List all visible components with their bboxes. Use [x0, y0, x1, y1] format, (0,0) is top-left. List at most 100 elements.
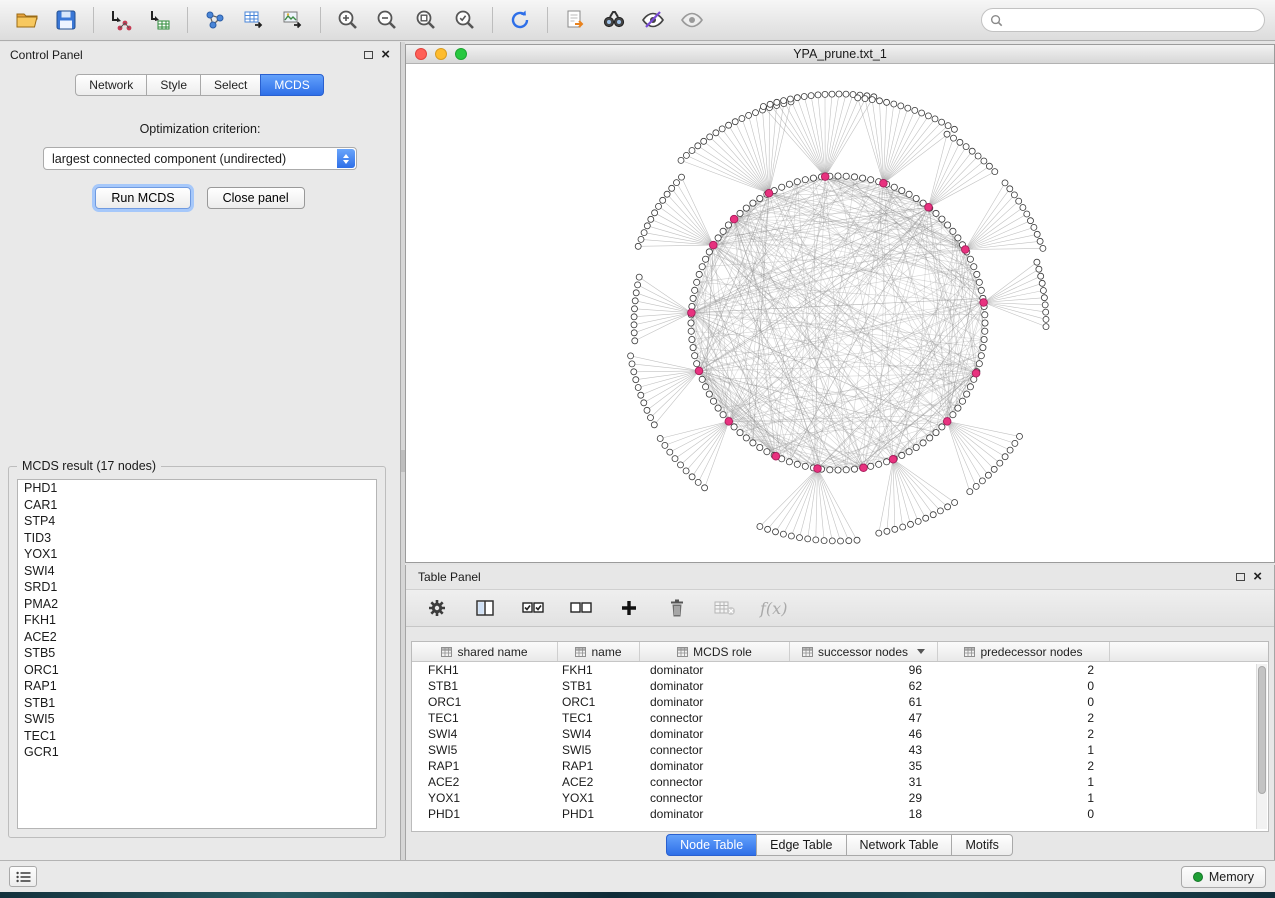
float-panel-icon[interactable] [1236, 573, 1245, 581]
table-scrollbar[interactable] [1256, 664, 1267, 829]
column-header-predecessor-nodes[interactable]: predecessor nodes [938, 642, 1110, 661]
table-row[interactable]: YOX1YOX1connector291 [412, 790, 1268, 806]
table-cell: TEC1 [558, 711, 640, 725]
tab-network-table[interactable]: Network Table [846, 834, 953, 856]
status-menu-button[interactable] [9, 866, 37, 887]
table-row[interactable]: PHD1PHD1dominator180 [412, 806, 1268, 822]
network-titlebar[interactable]: YPA_prune.txt_1 [406, 45, 1274, 64]
mcds-result-title: MCDS result (17 nodes) [17, 459, 161, 473]
trash-icon [667, 598, 687, 618]
search-input[interactable] [1008, 13, 1256, 27]
tab-node-table[interactable]: Node Table [666, 834, 757, 856]
result-item[interactable]: RAP1 [18, 678, 376, 695]
window-minimize-icon[interactable] [435, 48, 447, 60]
zoom-out-button[interactable] [370, 4, 404, 36]
tab-mcds[interactable]: MCDS [260, 74, 323, 96]
deselect-all-button[interactable] [568, 595, 594, 621]
column-header-MCDS-role[interactable]: MCDS role [640, 642, 790, 661]
memory-button[interactable]: Memory [1181, 866, 1266, 888]
table-cell: TEC1 [412, 711, 558, 725]
status-bar: Memory [0, 860, 1275, 892]
table-cell: RAP1 [558, 759, 640, 773]
result-item[interactable]: SWI5 [18, 711, 376, 728]
hide-selected-button[interactable] [636, 4, 670, 36]
zoom-fit-button[interactable] [409, 4, 443, 36]
table-row[interactable]: ACE2ACE2connector311 [412, 774, 1268, 790]
select-all-icon [522, 599, 544, 617]
table-cell: ORC1 [558, 695, 640, 709]
tab-style[interactable]: Style [146, 74, 201, 96]
result-item[interactable]: PMA2 [18, 596, 376, 613]
table-cell: STB1 [558, 679, 640, 693]
share-document-button[interactable] [558, 4, 592, 36]
result-item[interactable]: ORC1 [18, 662, 376, 679]
table-row[interactable]: ORC1ORC1dominator610 [412, 694, 1268, 710]
result-item[interactable]: PHD1 [18, 480, 376, 497]
result-item[interactable]: GCR1 [18, 744, 376, 761]
network-canvas[interactable] [406, 65, 1274, 562]
table-row[interactable]: RAP1RAP1dominator352 [412, 758, 1268, 774]
global-search-field[interactable] [981, 8, 1265, 32]
result-item[interactable]: YOX1 [18, 546, 376, 563]
close-panel-icon[interactable]: × [1253, 572, 1262, 582]
run-mcds-button[interactable]: Run MCDS [95, 187, 190, 209]
result-item[interactable]: TID3 [18, 530, 376, 547]
show-all-button[interactable] [675, 4, 709, 36]
table-row[interactable]: STB1STB1dominator620 [412, 678, 1268, 694]
close-panel-icon[interactable]: × [381, 50, 390, 60]
add-column-button[interactable] [616, 595, 642, 621]
column-header-shared-name[interactable]: shared name [412, 642, 558, 661]
import-table-button[interactable] [143, 4, 177, 36]
select-all-button[interactable] [520, 595, 546, 621]
result-item[interactable]: STP4 [18, 513, 376, 530]
tab-select[interactable]: Select [200, 74, 261, 96]
new-network-button[interactable] [198, 4, 232, 36]
window-maximize-icon[interactable] [455, 48, 467, 60]
search-network-button[interactable] [597, 4, 631, 36]
tab-network[interactable]: Network [75, 74, 147, 96]
network-graph[interactable] [406, 65, 1274, 563]
optimization-criterion-select[interactable]: largest connected component (undirected) [43, 147, 357, 170]
import-network-button[interactable] [104, 4, 138, 36]
export-image-button[interactable] [276, 4, 310, 36]
table-row[interactable]: SWI5SWI5connector431 [412, 742, 1268, 758]
float-panel-icon[interactable] [364, 51, 373, 59]
table-cell: 62 [790, 679, 938, 693]
table-cell: 61 [790, 695, 938, 709]
table-row[interactable]: SWI4SWI4dominator462 [412, 726, 1268, 742]
table-row[interactable]: TEC1TEC1connector472 [412, 710, 1268, 726]
window-close-icon[interactable] [415, 48, 427, 60]
column-header-successor-nodes[interactable]: successor nodes [790, 642, 938, 661]
result-item[interactable]: TEC1 [18, 728, 376, 745]
result-item[interactable]: STB5 [18, 645, 376, 662]
toolbar-separator [93, 7, 94, 33]
close-panel-button[interactable]: Close panel [207, 187, 305, 209]
column-header-name[interactable]: name [558, 642, 640, 661]
refresh-view-button[interactable] [503, 4, 537, 36]
save-session-button[interactable] [49, 4, 83, 36]
result-item[interactable]: SRD1 [18, 579, 376, 596]
zoom-in-button[interactable] [331, 4, 365, 36]
result-item[interactable]: FKH1 [18, 612, 376, 629]
result-item[interactable]: CAR1 [18, 497, 376, 514]
show-columns-button[interactable] [472, 595, 498, 621]
search-network-icon [601, 8, 627, 32]
result-item[interactable]: STB1 [18, 695, 376, 712]
table-scrollbar-thumb[interactable] [1258, 666, 1266, 794]
table-cell: SWI5 [412, 743, 558, 757]
tab-motifs[interactable]: Motifs [951, 834, 1012, 856]
table-row[interactable]: FKH1FKH1dominator962 [412, 662, 1268, 678]
result-item[interactable]: SWI4 [18, 563, 376, 580]
zoom-selected-button[interactable] [448, 4, 482, 36]
tab-edge-table[interactable]: Edge Table [756, 834, 846, 856]
table-panel-title: Table Panel [418, 570, 481, 584]
table-settings-button[interactable] [424, 595, 450, 621]
open-file-button[interactable] [10, 4, 44, 36]
network-view-window: YPA_prune.txt_1 [405, 44, 1275, 563]
main-toolbar [0, 0, 1275, 41]
delete-column-button[interactable] [664, 595, 690, 621]
table-cell: SWI5 [558, 743, 640, 757]
refresh-view-icon [508, 8, 532, 32]
result-item[interactable]: ACE2 [18, 629, 376, 646]
export-table-button[interactable] [237, 4, 271, 36]
